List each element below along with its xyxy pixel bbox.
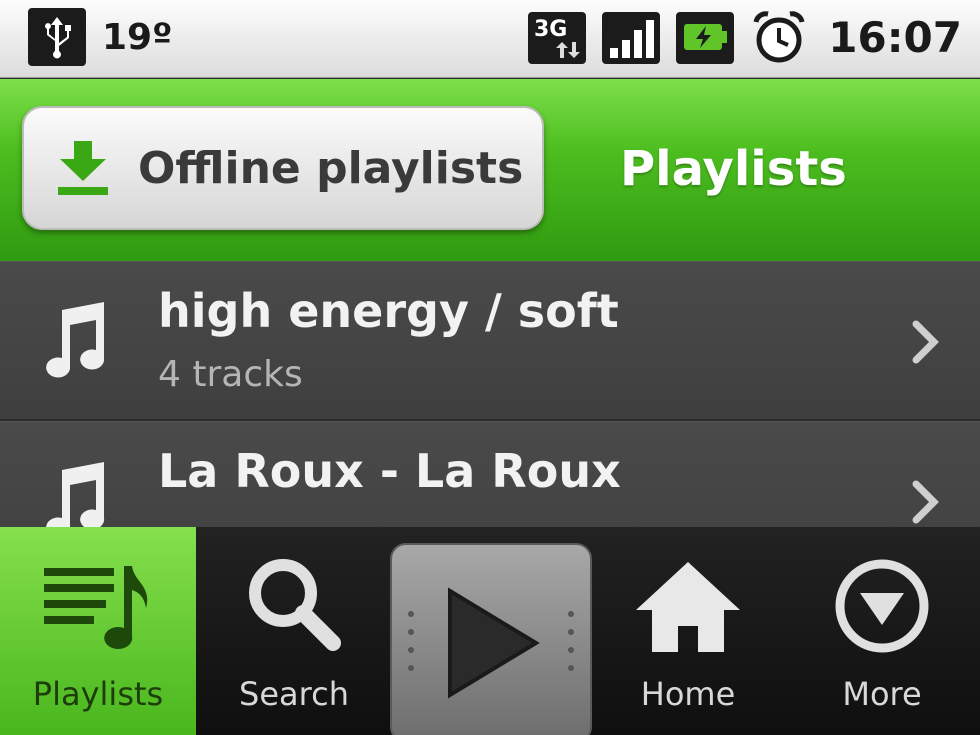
offline-playlists-label: Offline playlists (138, 142, 524, 194)
playlist-track-count: 4 tracks (158, 354, 303, 395)
search-icon (234, 551, 354, 661)
more-icon (822, 551, 942, 661)
playlist-title: La Roux - La Roux (158, 444, 621, 498)
status-bar-left: 19º (28, 8, 172, 66)
network-3g-icon: 3G (526, 8, 588, 66)
tab-label: Search (239, 675, 349, 713)
playlist-list: high energy / soft 4 tracks La Roux - La… (0, 261, 980, 527)
download-icon (48, 133, 118, 203)
tab-more[interactable]: More (784, 527, 980, 735)
play-button[interactable] (390, 543, 592, 735)
tab-home[interactable]: Home (590, 527, 786, 735)
status-bar-right: 3G 16:07 (526, 8, 962, 66)
grip-handle-right (568, 611, 574, 671)
playlist-item[interactable]: high energy / soft 4 tracks (0, 261, 980, 421)
tab-label: More (842, 675, 922, 713)
page-title: Playlists (620, 141, 847, 197)
alarm-icon (748, 8, 810, 66)
usb-icon (28, 8, 86, 66)
battery-icon (674, 8, 736, 66)
clock: 16:07 (828, 12, 962, 62)
grip-handle-left (408, 611, 414, 671)
music-note-icon (46, 462, 105, 527)
tab-search[interactable]: Search (196, 527, 392, 735)
tab-label: Playlists (32, 675, 164, 713)
music-note-icon (46, 302, 105, 378)
status-bar: 19º 3G 16:07 (0, 0, 980, 78)
playlists-icon (38, 551, 158, 661)
chevron-right-icon (912, 320, 939, 364)
tab-label: Home (640, 675, 736, 713)
tab-playlists[interactable]: Playlists (0, 527, 196, 735)
home-icon (628, 551, 748, 661)
network-type: 3G (534, 17, 567, 42)
offline-playlists-button[interactable]: Offline playlists (22, 106, 544, 230)
bottom-tab-bar: Playlists Search Home More (0, 527, 980, 735)
header-bar: Offline playlists Playlists (0, 79, 980, 261)
playlist-item[interactable]: La Roux - La Roux (0, 421, 980, 527)
play-icon (448, 587, 540, 699)
playlist-title: high energy / soft (158, 284, 619, 338)
chevron-right-icon (912, 480, 939, 524)
signal-icon (600, 8, 662, 66)
temperature: 19º (102, 16, 173, 58)
